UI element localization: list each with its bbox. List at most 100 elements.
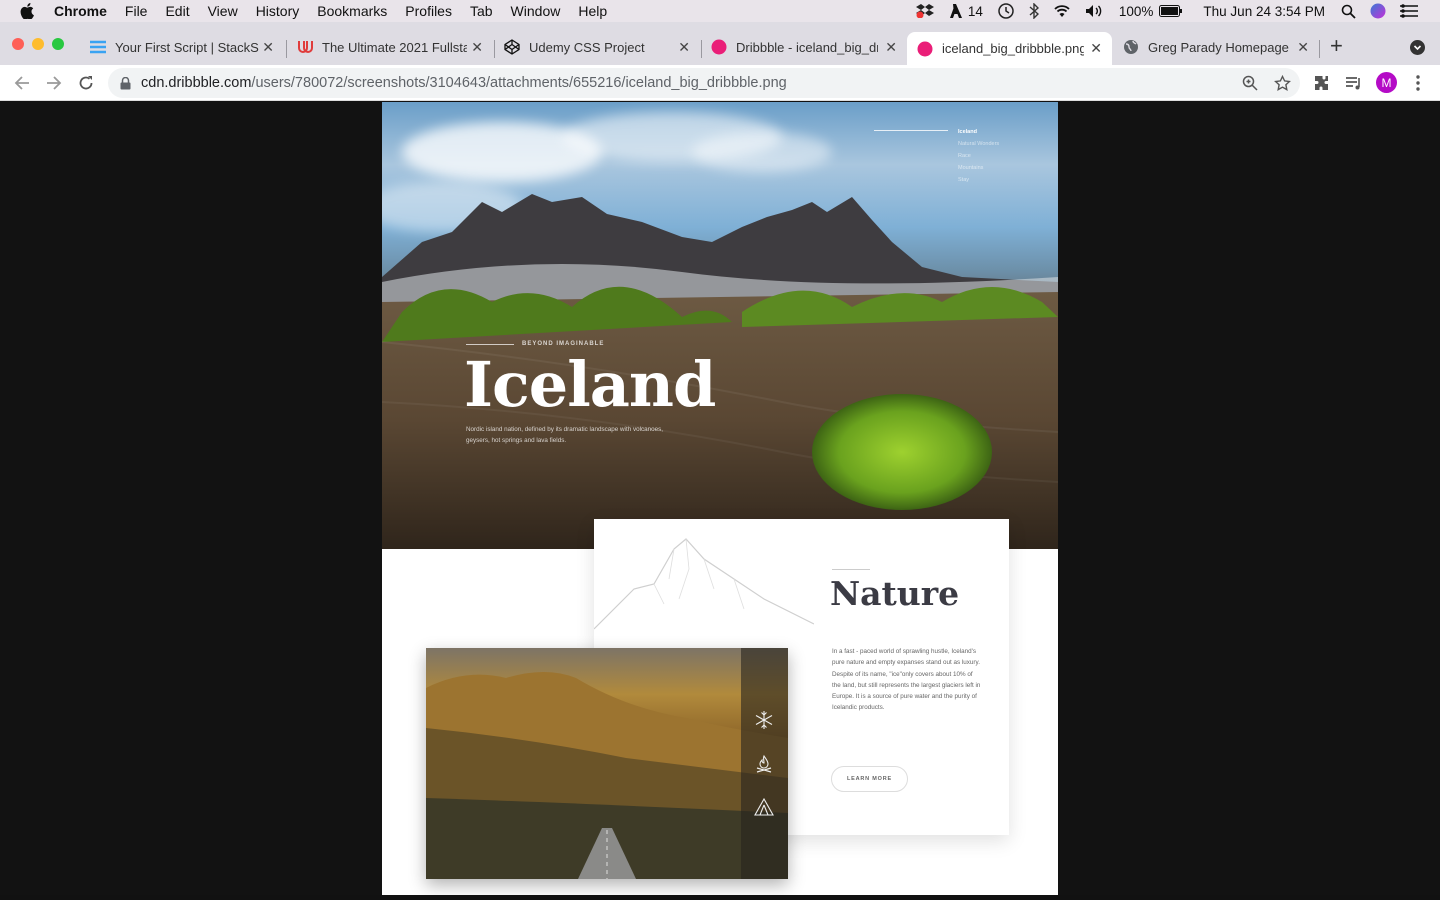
learn-more-button[interactable]: LEARN MORE [831,766,908,792]
tab-title: Udemy CSS Project [529,39,645,55]
spotlight-search-icon[interactable] [1341,4,1356,19]
macos-menu-bar: Chrome File Edit View History Bookmarks … [0,0,1440,22]
close-tab-icon[interactable]: ✕ [471,39,483,56]
omnibox-actions [1228,73,1292,93]
adobe-creative-cloud-icon[interactable] [948,4,964,18]
tab-iceland-image[interactable]: iceland_big_dribbble.png ✕ [907,32,1112,65]
close-window-button[interactable] [12,38,24,50]
battery-percentage: 100% [1118,3,1154,19]
tab-stackskills[interactable]: Your First Script | StackS ✕ [80,32,284,62]
tab-title: iceland_big_dribbble.png [942,41,1084,56]
window-controls [12,38,72,50]
snowflake-icon[interactable] [753,709,775,731]
clock[interactable]: Thu Jun 24 3:54 PM [1203,4,1325,19]
close-tab-icon[interactable]: ✕ [678,39,690,56]
menu-window[interactable]: Window [511,3,561,19]
forward-arrow-icon[interactable] [44,73,64,93]
close-tab-icon[interactable]: ✕ [1297,39,1309,56]
close-tab-icon[interactable]: ✕ [1090,40,1102,57]
road-photo [426,648,788,879]
tab-title: Dribbble - iceland_big_dr [736,39,878,55]
media-queue-icon[interactable] [1344,73,1364,93]
minimize-window-button[interactable] [32,38,44,50]
volume-icon[interactable] [1085,4,1105,18]
stackskills-icon [90,39,106,55]
menu-view[interactable]: View [208,3,238,19]
url-host: cdn.dribbble.com [141,75,252,91]
tab-title: The Ultimate 2021 Fullsta [322,39,467,55]
hero-title: Iceland [464,348,716,421]
road-scene [426,672,788,879]
road-photo-sidebar [741,648,788,879]
tent-icon[interactable] [753,796,775,818]
lock-icon[interactable] [120,76,131,90]
tab-title: Your First Script | StackS [115,39,259,55]
menu-edit[interactable]: Edit [165,3,189,19]
menu-history[interactable]: History [256,3,300,19]
hero-nav-line [874,130,948,131]
extensions-puzzle-icon[interactable] [1312,73,1332,93]
mountains-illustration [382,194,1058,549]
globe-icon [1123,39,1139,55]
back-arrow-icon[interactable] [12,73,32,93]
menu-file[interactable]: File [125,3,148,19]
browser-tab-strip: Your First Script | StackS ✕ The Ultimat… [0,22,1440,65]
siri-icon[interactable] [1370,3,1386,19]
hero-nav-item-mountains: Mountains [958,165,984,171]
status-area: 14 100% Thu Jun 24 3:54 PM [915,0,1440,22]
time-machine-icon[interactable] [997,2,1015,20]
hero-nav-item-stay: Stay [958,177,970,183]
hero-nav-item-race: Race [958,153,971,159]
menu-help[interactable]: Help [578,3,607,19]
hero-nav: Iceland Natural Wonders Race Mountains S… [958,126,999,186]
control-center-icon[interactable] [1400,4,1418,18]
dribbble-icon [917,41,933,57]
udemy-icon [297,39,313,55]
tab-greg-parady[interactable]: Greg Parady Homepage ✕ [1113,32,1319,62]
close-tab-icon[interactable]: ✕ [262,39,274,56]
apple-logo-icon[interactable] [20,3,40,19]
browser-toolbar: cdn.dribbble.com/users/780072/screenshot… [0,65,1440,101]
menu-app-name[interactable]: Chrome [54,3,107,19]
new-tab-button[interactable]: + [1330,35,1343,57]
battery-icon[interactable] [1159,5,1183,17]
tab-udemy-fullstack[interactable]: The Ultimate 2021 Fullsta ✕ [287,32,493,62]
page-viewport: Iceland Natural Wonders Race Mountains S… [0,102,1440,895]
profile-avatar[interactable]: M [1376,72,1397,93]
menu-bookmarks[interactable]: Bookmarks [317,3,387,19]
adobe-count: 14 [967,3,983,19]
campfire-icon[interactable] [753,753,775,775]
bookmark-star-icon[interactable] [1272,73,1292,93]
url-text[interactable]: cdn.dribbble.com/users/780072/screenshot… [141,75,787,91]
more-menu-icon[interactable] [1408,73,1428,93]
url-path: /users/780072/screenshots/3104643/attach… [251,75,787,91]
tab-title: Greg Parady Homepage [1148,39,1289,55]
maximize-window-button[interactable] [52,38,64,50]
hero-eyebrow: BEYOND IMAGINABLE [522,341,605,347]
tab-divider [1319,40,1320,58]
address-bar[interactable]: cdn.dribbble.com/users/780072/screenshot… [108,68,1300,98]
hero-nav-item-iceland: Iceland [958,129,977,135]
tab-udemy-css-project[interactable]: Udemy CSS Project ✕ [494,32,700,62]
dribbble-icon [711,39,727,55]
menu-profiles[interactable]: Profiles [405,3,452,19]
bluetooth-icon[interactable] [1029,3,1039,19]
nature-line [832,569,870,570]
reload-icon[interactable] [76,73,96,93]
iceland-design-image: Iceland Natural Wonders Race Mountains S… [382,102,1058,895]
hero-nav-item-natural-wonders: Natural Wonders [958,141,1000,147]
nature-title: Nature [830,574,960,613]
tab-search-icon[interactable] [1410,40,1425,55]
menu-tab[interactable]: Tab [470,3,493,19]
mountain-sketch [594,538,814,630]
dropbox-icon[interactable] [915,4,934,18]
hero-landscape: Iceland Natural Wonders Race Mountains S… [382,102,1058,549]
hero-description: Nordic island nation, defined by its dra… [466,426,664,444]
wifi-icon[interactable] [1053,4,1071,18]
codepen-icon [504,39,520,55]
zoom-icon[interactable] [1240,73,1260,93]
tab-dribbble-shot[interactable]: Dribbble - iceland_big_dr ✕ [701,32,907,62]
eyebrow-line [466,344,514,345]
nature-text: In a fast - paced world of sprawling hus… [832,648,981,712]
close-tab-icon[interactable]: ✕ [885,39,897,56]
